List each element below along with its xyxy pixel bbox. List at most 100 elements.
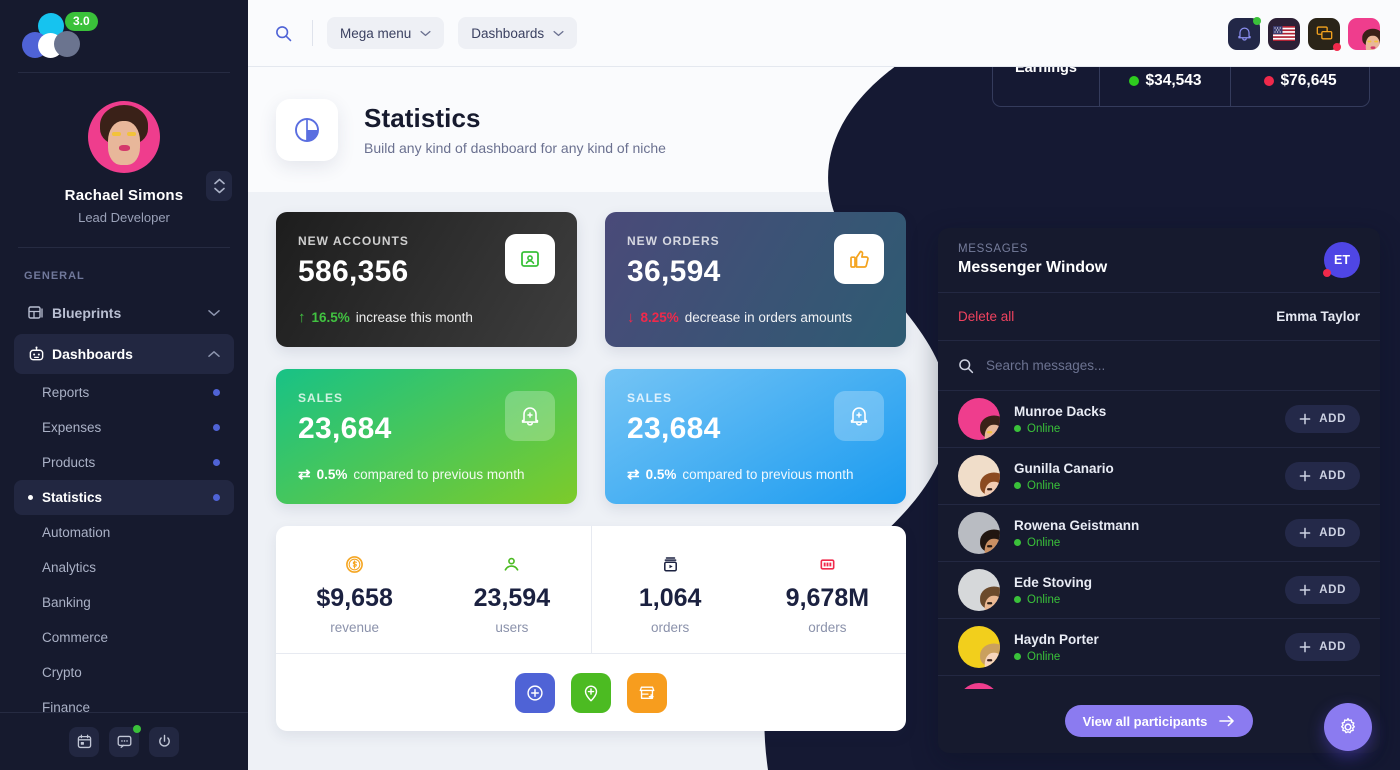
contact-row[interactable]: Ede Stoving Online ADD (938, 562, 1380, 619)
power-icon-button[interactable] (149, 726, 179, 757)
earnings-cell-value-wrap: $76,645 (1253, 72, 1347, 90)
metrics-actions (276, 653, 906, 731)
stat-cards-row-2: SALES 23,684 ⇄ 0.5% compared to previous… (276, 369, 906, 504)
contact-avatar (958, 626, 1000, 668)
status-dot (213, 389, 220, 396)
sidebar-item-label: Dashboards (52, 346, 133, 362)
chat-icon (117, 735, 131, 748)
search-input[interactable] (986, 358, 1360, 373)
sidebar-subitem-crypto[interactable]: Crypto (14, 655, 234, 690)
map-pin-plus-icon-button[interactable] (571, 672, 611, 713)
stat-card-sales-green[interactable]: SALES 23,684 ⇄ 0.5% compared to previous… (276, 369, 577, 504)
status-dot-red (1263, 76, 1274, 86)
messenger-user-avatar[interactable]: ET (1323, 242, 1360, 278)
stat-card-delta: 8.25% (640, 310, 679, 325)
sidebar-subitem-automation[interactable]: Automation (14, 515, 234, 550)
status-dot (213, 494, 220, 501)
contact-row[interactable]: Rowena Geistmann Online ADD (938, 505, 1380, 562)
metric-label: orders (650, 620, 690, 635)
metric-value: 1,064 (638, 584, 702, 612)
messenger-footer: View all participants (938, 689, 1380, 753)
sidebar-item-dashboards[interactable]: Dashboards (14, 334, 234, 374)
sidebar-subitem-banking[interactable]: Banking (14, 585, 234, 620)
metrics-row: $9,658 revenue 23,594 users 1,064 orders… (276, 526, 906, 653)
contact-status: Online (1014, 480, 1285, 492)
stat-card-delta-text: compared to previous month (353, 466, 525, 482)
contact-avatar (958, 683, 1000, 689)
plus-icon (1299, 413, 1311, 425)
profile-avatar[interactable] (88, 101, 160, 173)
plus-icon (1299, 641, 1311, 653)
contact-status: Online (1014, 651, 1285, 663)
chevron-up-icon (213, 178, 225, 185)
store-plus-icon-button[interactable] (627, 672, 667, 713)
flag-us-icon (1273, 26, 1295, 41)
stat-card-footer: ↑ 16.5% increase this month (298, 309, 473, 326)
sidebar-item-blueprints[interactable]: Blueprints (14, 293, 234, 333)
metric-revenue: $9,658 revenue (276, 526, 433, 653)
contact-row[interactable]: Haydn Porter Online ADD (938, 619, 1380, 676)
sidebar-subitem-commerce[interactable]: Commerce (14, 620, 234, 655)
dashboards-menu-label: Dashboards (471, 25, 545, 41)
sidebar-subitem-products[interactable]: Products (14, 445, 234, 480)
plus-circle-icon-button[interactable] (515, 672, 555, 713)
brand-logo[interactable]: 3.0 (0, 0, 248, 72)
contact-row[interactable]: Rueben Hays Online ADD (938, 676, 1380, 689)
notifications-button[interactable] (1228, 16, 1261, 50)
status-dot (213, 459, 220, 466)
contact-name: Gunilla Canario (1014, 460, 1114, 476)
settings-fab-button[interactable] (1324, 703, 1372, 751)
messages-button[interactable] (1308, 17, 1341, 51)
profile-switcher-button[interactable] (206, 171, 232, 201)
metric-label: users (495, 620, 529, 635)
search-icon[interactable] (268, 18, 298, 48)
mega-menu-button[interactable]: Mega menu (327, 17, 445, 49)
add-label: ADD (1319, 527, 1346, 539)
dashboards-menu-button[interactable]: Dashboards (458, 17, 578, 49)
delete-all-button[interactable]: Delete all (958, 309, 1014, 324)
add-contact-button[interactable]: ADD (1285, 633, 1360, 661)
sidebar-subitem-expenses[interactable]: Expenses (14, 410, 234, 445)
chevron-down-icon (208, 309, 220, 317)
add-contact-button[interactable]: ADD (1285, 405, 1360, 433)
version-badge: 3.0 (65, 12, 98, 31)
contact-row[interactable]: Gunilla Canario Online ADD (938, 448, 1380, 505)
add-label: ADD (1319, 413, 1346, 425)
user-avatar[interactable] (1348, 17, 1380, 50)
stat-card-new-orders[interactable]: NEW ORDERS 36,594 ↓ 8.25% decrease in or… (605, 212, 906, 347)
language-flag-button[interactable] (1268, 17, 1300, 50)
view-all-participants-button[interactable]: View all participants (1064, 705, 1254, 737)
stat-card-delta: 0.5% (316, 466, 348, 482)
arrow-right-icon (1219, 715, 1235, 727)
messenger-search[interactable] (938, 341, 1380, 391)
sidebar-subitem-reports[interactable]: Reports (14, 375, 234, 410)
sidebar-subitem-statistics[interactable]: Statistics (14, 480, 234, 515)
stat-card-delta: 0.5% (645, 466, 677, 482)
power-icon (158, 734, 170, 747)
metric-label: revenue (330, 620, 380, 635)
calendar-icon-button[interactable] (69, 726, 99, 757)
contact-row[interactable]: Munroe Dacks Online ADD (938, 391, 1380, 448)
add-contact-button[interactable]: ADD (1285, 462, 1360, 490)
plus-icon (1299, 584, 1311, 596)
messenger-toolbar: Delete all Emma Taylor (938, 293, 1380, 341)
pie-chart-icon (276, 98, 338, 161)
sidebar-subitem-label: Automation (42, 525, 111, 540)
add-contact-button[interactable]: ADD (1285, 519, 1360, 547)
messenger-title-block: MESSAGES Messenger Window (958, 243, 1107, 277)
page-subtitle: Build any kind of dashboard for any kind… (364, 140, 666, 156)
status-dot-red (1323, 269, 1331, 277)
sidebar-subitem-label: Finance (42, 700, 91, 712)
chat-icon-button[interactable] (109, 724, 141, 757)
logo-blob-grey (54, 31, 80, 57)
notification-dot-green (1253, 16, 1261, 25)
add-contact-button[interactable]: ADD (1285, 576, 1360, 604)
contact-name: Rowena Geistmann (1014, 517, 1140, 533)
sidebar-subitem-analytics[interactable]: Analytics (14, 550, 234, 585)
sidebar-subitem-finance[interactable]: Finance (14, 690, 234, 712)
stat-card-new-accounts[interactable]: NEW ACCOUNTS 586,356 ↑ 16.5% increase th… (276, 212, 577, 347)
logo-mark: 3.0 (18, 12, 98, 59)
contact-info: Munroe Dacks Online (1014, 404, 1285, 435)
earnings-cell-value: $34,543 (1145, 72, 1202, 89)
stat-card-sales-blue[interactable]: SALES 23,684 ⇄ 0.5% compared to previous… (605, 369, 906, 504)
